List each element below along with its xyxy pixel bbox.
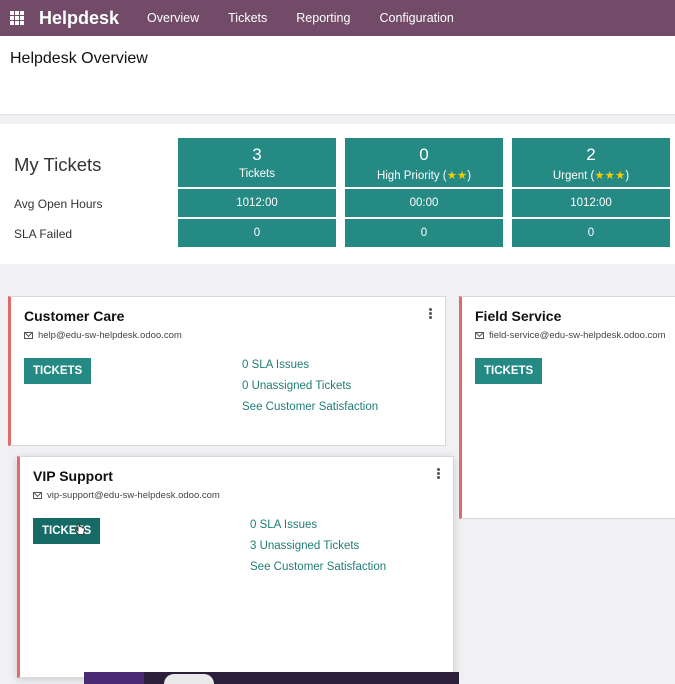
tickets-button[interactable]: TICKETS: [475, 358, 543, 384]
team-email: help@edu-sw-helpdesk.odoo.com: [24, 330, 182, 341]
team-card-field-service[interactable]: Field Service field-service@edu-sw-helpd…: [459, 296, 675, 519]
star-rating-icon: ★★: [446, 170, 468, 182]
my-tickets-panel: My Tickets Avg Open Hours SLA Failed 3 T…: [0, 124, 675, 264]
stat-label: High Priority (★★): [345, 168, 503, 182]
stat-count: 2: [586, 145, 596, 164]
team-name[interactable]: Customer Care: [24, 308, 124, 324]
star-rating-icon: ★★★: [594, 170, 626, 182]
kebab-menu-icon[interactable]: [437, 468, 440, 479]
nav-configuration[interactable]: Configuration: [379, 11, 453, 25]
sla-issues-link[interactable]: 0 SLA Issues: [250, 519, 317, 531]
customer-satisfaction-link[interactable]: See Customer Satisfaction: [250, 561, 386, 573]
stat-count: 0: [419, 145, 429, 164]
envelope-icon: [33, 492, 42, 499]
bottom-overlay-strip: [84, 672, 459, 684]
customer-satisfaction-link[interactable]: See Customer Satisfaction: [242, 401, 378, 413]
top-navbar: Helpdesk Overview Tickets Reporting Conf…: [0, 0, 675, 36]
stat-label: Urgent (★★★): [512, 168, 670, 182]
nav-overview[interactable]: Overview: [147, 11, 199, 25]
envelope-icon: [24, 332, 33, 339]
envelope-icon: [475, 332, 484, 339]
team-card-vip-support[interactable]: VIP Support vip-support@edu-sw-helpdesk.…: [17, 456, 454, 678]
hand-cursor-icon: [75, 523, 85, 535]
tickets-button[interactable]: TICKETS: [24, 358, 92, 384]
stat-sla-failed[interactable]: 0: [345, 219, 503, 247]
nav-tickets[interactable]: Tickets: [228, 11, 267, 25]
kebab-menu-icon[interactable]: [429, 308, 432, 319]
stat-avg-open-hours[interactable]: 1012:00: [178, 189, 336, 217]
sla-failed-label: SLA Failed: [14, 227, 73, 241]
stat-tickets-button[interactable]: 3 Tickets: [178, 138, 336, 187]
avg-open-hours-label: Avg Open Hours: [14, 197, 103, 211]
page-title: Helpdesk Overview: [10, 50, 148, 67]
stat-column-urgent: 2 Urgent (★★★) 1012:00 0: [512, 138, 670, 247]
stat-sla-failed[interactable]: 0: [512, 219, 670, 247]
stat-label: Tickets: [239, 168, 275, 180]
team-email-text: vip-support@edu-sw-helpdesk.odoo.com: [47, 490, 220, 501]
tickets-button[interactable]: TICKETS: [33, 518, 101, 544]
stat-count: 3: [252, 145, 262, 164]
stat-column-tickets: 3 Tickets 1012:00 0: [178, 138, 336, 247]
unassigned-tickets-link[interactable]: 0 Unassigned Tickets: [242, 380, 351, 392]
team-name[interactable]: VIP Support: [33, 468, 113, 484]
stat-urgent-button[interactable]: 2 Urgent (★★★): [512, 138, 670, 187]
team-email-text: help@edu-sw-helpdesk.odoo.com: [38, 330, 182, 341]
stat-label-text: High Priority (: [376, 170, 447, 182]
team-card-customer-care[interactable]: Customer Care help@edu-sw-helpdesk.odoo.…: [8, 296, 446, 446]
team-name[interactable]: Field Service: [475, 308, 561, 324]
stat-avg-open-hours[interactable]: 1012:00: [512, 189, 670, 217]
stat-sla-failed[interactable]: 0: [178, 219, 336, 247]
my-tickets-title: My Tickets: [14, 154, 102, 175]
stat-column-high-priority: 0 High Priority (★★) 00:00 0: [345, 138, 503, 247]
team-email-text: field-service@edu-sw-helpdesk.odoo.com: [489, 330, 666, 341]
control-panel: Helpdesk Overview: [0, 36, 675, 115]
app-brand[interactable]: Helpdesk: [39, 8, 119, 29]
stat-label-end: ): [625, 170, 630, 182]
stat-label-text: Urgent (: [552, 170, 595, 182]
team-email: vip-support@edu-sw-helpdesk.odoo.com: [33, 490, 220, 501]
sla-issues-link[interactable]: 0 SLA Issues: [242, 359, 309, 371]
team-email: field-service@edu-sw-helpdesk.odoo.com: [475, 330, 666, 341]
unassigned-tickets-link[interactable]: 3 Unassigned Tickets: [250, 540, 359, 552]
stat-avg-open-hours[interactable]: 00:00: [345, 189, 503, 217]
stat-high-priority-button[interactable]: 0 High Priority (★★): [345, 138, 503, 187]
stat-label-end: ): [467, 170, 472, 182]
apps-grid-icon[interactable]: [10, 11, 24, 25]
nav-reporting[interactable]: Reporting: [296, 11, 350, 25]
